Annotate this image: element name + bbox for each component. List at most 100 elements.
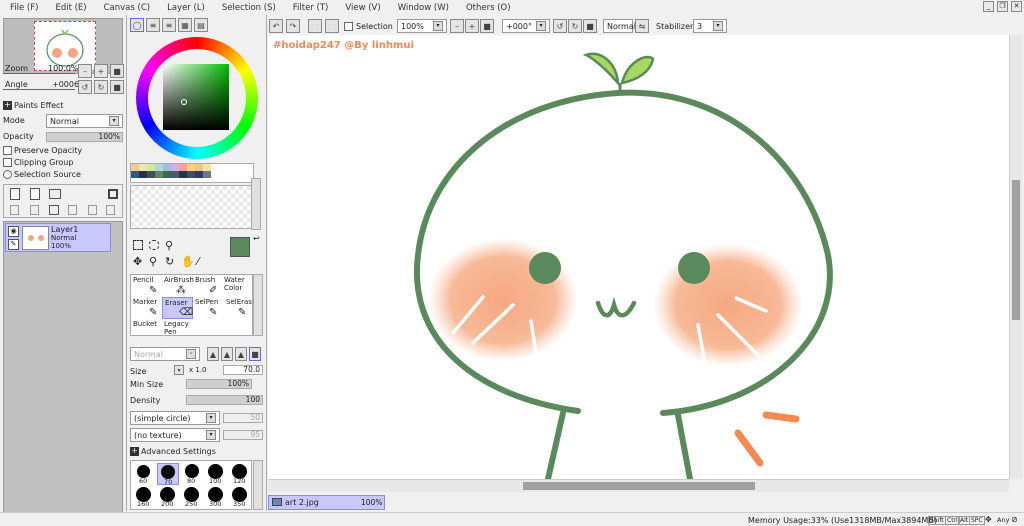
advanced-toggle-icon[interactable]: +: [130, 447, 139, 456]
rect-select-icon[interactable]: [133, 240, 143, 250]
hand-icon[interactable]: ✋: [181, 255, 195, 268]
new-layer-icon[interactable]: [10, 188, 20, 200]
layer-settings-icon[interactable]: [106, 205, 115, 215]
invert-selection-icon[interactable]: ⬚: [325, 19, 339, 33]
rotate-left-button[interactable]: ↺: [78, 80, 92, 94]
size-preset-350[interactable]: 350: [229, 486, 251, 508]
tool-selpen[interactable]: SelPen ✎: [193, 297, 224, 319]
edge-flat-icon[interactable]: ■: [249, 347, 261, 361]
canvas[interactable]: #hoidap247 @By linhmui: [268, 35, 1009, 479]
size-value[interactable]: 70.0: [223, 365, 263, 375]
vertical-scrollbar[interactable]: [1009, 35, 1022, 479]
size-preset-80[interactable]: 80: [181, 463, 203, 485]
zoom-icon[interactable]: ⚲: [149, 255, 157, 268]
menu-layer[interactable]: Layer (L): [157, 3, 212, 13]
menu-view[interactable]: View (V): [335, 3, 387, 13]
close-button[interactable]: ✕: [1011, 1, 1022, 12]
tool-eraser[interactable]: Eraser ⌫: [162, 297, 193, 319]
edge-medium-icon[interactable]: ▲: [221, 347, 233, 361]
swap-colors-icon[interactable]: ↩: [253, 234, 260, 243]
tool-legacy-pen[interactable]: Legacy Pen: [162, 319, 193, 337]
menu-canvas[interactable]: Canvas (C): [94, 3, 157, 13]
brush-texture-select[interactable]: (no texture) ▾: [130, 428, 220, 442]
move-icon[interactable]: ✥: [133, 255, 142, 268]
menu-window[interactable]: Window (W): [388, 3, 456, 13]
tool-brush[interactable]: Brush ✐: [193, 275, 224, 297]
size-preset-300[interactable]: 300: [205, 486, 227, 508]
rotate-reset-icon[interactable]: ■: [583, 19, 597, 33]
size-preset-200[interactable]: 200: [157, 486, 179, 508]
rotate-right-button[interactable]: ↻: [94, 80, 108, 94]
preserve-opacity-checkbox[interactable]: Preserve Opacity: [3, 146, 82, 155]
rgb-slider-tab-icon[interactable]: ≡: [146, 18, 160, 32]
flip-icon[interactable]: ⇋: [635, 19, 649, 33]
zoom-in-button[interactable]: +: [94, 64, 108, 78]
redo-icon[interactable]: ↷: [286, 19, 300, 33]
restore-button[interactable]: ❐: [997, 1, 1008, 12]
transfer-down-icon[interactable]: [10, 205, 19, 215]
rotate-cw-icon[interactable]: ↻: [568, 19, 582, 33]
tool-pencil[interactable]: Pencil ✎: [131, 275, 162, 297]
clear-layer-icon[interactable]: [49, 205, 59, 215]
menu-edit[interactable]: Edit (E): [45, 3, 93, 13]
tool-airbrush[interactable]: AirBrush ⁂: [162, 275, 194, 297]
minimize-button[interactable]: _: [983, 1, 994, 12]
min-size-slider[interactable]: 100%: [186, 379, 252, 389]
zoom-reset-button[interactable]: ■: [110, 64, 124, 78]
tool-marker[interactable]: Marker ✎: [131, 297, 162, 319]
swatch-tab-icon[interactable]: ▦: [178, 18, 192, 32]
eyedropper-icon[interactable]: ⁄: [197, 255, 199, 268]
tool-water-color[interactable]: Water Color: [224, 275, 254, 297]
saturation-value-square[interactable]: [163, 64, 229, 130]
swatch-scrollbar[interactable]: [251, 178, 261, 230]
deselect-icon[interactable]: ⬚: [308, 19, 322, 33]
color-wheel-tab-icon[interactable]: ◯: [130, 18, 144, 32]
edge-hard-icon[interactable]: ▲: [207, 347, 219, 361]
preset-scrollbar[interactable]: [253, 460, 263, 510]
eye-icon[interactable]: ◉: [8, 226, 19, 237]
delete-layer-icon[interactable]: [68, 205, 77, 215]
zoom-fit-icon[interactable]: ■: [480, 19, 494, 33]
horizontal-scrollbar[interactable]: [268, 479, 1009, 492]
texture-strength-slider[interactable]: 95: [223, 430, 263, 440]
edge-soft-icon[interactable]: ▲: [235, 347, 247, 361]
selection-source-radio[interactable]: Selection Source: [3, 170, 81, 179]
zoom-slider[interactable]: [3, 73, 75, 77]
document-tab[interactable]: art 2.jpg 100%: [268, 495, 385, 510]
duplicate-layer-icon[interactable]: [88, 205, 97, 215]
pen-icon[interactable]: ✎: [8, 239, 19, 250]
color-swatch-grid[interactable]: [130, 163, 254, 183]
rotate-reset-button[interactable]: ■: [110, 80, 124, 94]
size-preset-160[interactable]: 160: [133, 486, 155, 508]
paints-effect-toggle-icon[interactable]: +: [3, 101, 12, 110]
menu-others[interactable]: Others (O): [456, 3, 518, 13]
rotate-ccw-icon[interactable]: ↺: [553, 19, 567, 33]
foreground-color[interactable]: [230, 237, 250, 257]
size-preset-250[interactable]: 250: [181, 486, 203, 508]
menu-file[interactable]: File (F): [0, 3, 45, 13]
menu-filter[interactable]: Filter (T): [283, 3, 336, 13]
angle-slider[interactable]: [3, 89, 75, 93]
zoom-in-icon[interactable]: +: [465, 19, 479, 33]
zoom-out-icon[interactable]: –: [450, 19, 464, 33]
size-preset-70[interactable]: 70: [157, 463, 179, 486]
mode-select[interactable]: Normal ▾: [46, 114, 123, 128]
zoom-select[interactable]: 100% ▾: [397, 19, 447, 33]
density-slider[interactable]: 100: [186, 395, 263, 405]
merge-down-icon[interactable]: [30, 205, 39, 215]
selection-checkbox[interactable]: [344, 22, 353, 31]
size-preset-100[interactable]: 100: [205, 463, 227, 485]
clipping-group-checkbox[interactable]: Clipping Group: [3, 158, 73, 167]
new-folder-icon[interactable]: [49, 189, 61, 199]
tool-scrollbar[interactable]: [253, 274, 263, 336]
layer-row[interactable]: ◉ ✎ Layer1 Normal 100%: [5, 223, 111, 252]
hsv-slider-tab-icon[interactable]: ≡: [162, 18, 176, 32]
brush-shape-select[interactable]: (simple circle) ▾: [130, 411, 220, 425]
new-linework-layer-icon[interactable]: [30, 188, 40, 200]
brush-blend-select[interactable]: Normal ▾: [130, 347, 200, 361]
menu-selection[interactable]: Selection (S): [212, 3, 283, 13]
shape-strength-slider[interactable]: 50: [223, 413, 263, 423]
magic-wand-icon[interactable]: ⚲: [165, 239, 173, 252]
scratchpad-tab-icon[interactable]: ▤: [194, 18, 208, 32]
undo-icon[interactable]: ↶: [269, 19, 283, 33]
